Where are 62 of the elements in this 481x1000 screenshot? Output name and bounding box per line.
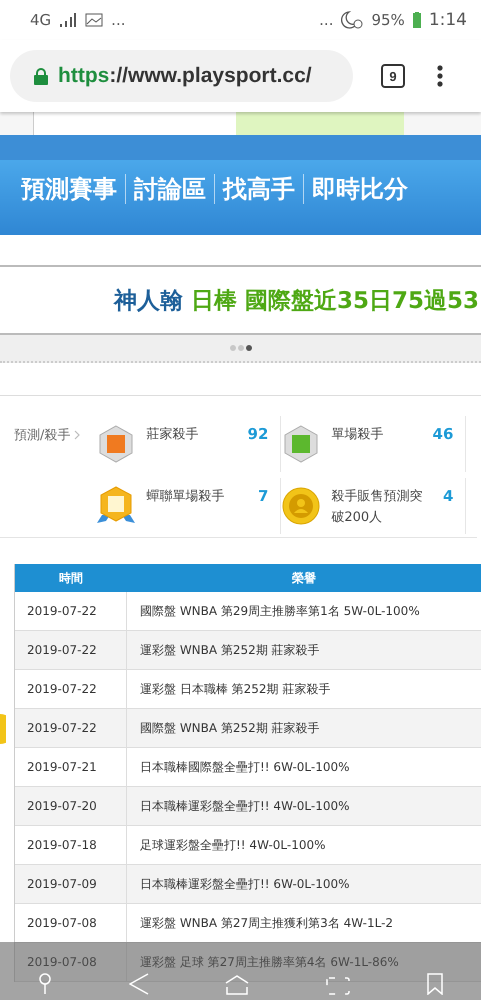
table-cell-text: 日本職棒運彩盤全壘打!! 6W-0L-100% xyxy=(139,876,351,892)
honor-name: 莊家殺手 xyxy=(146,426,200,444)
column-header: 榮譽 xyxy=(291,570,317,586)
table-cell: 2019-07-22 xyxy=(15,631,127,669)
network-label: 4G xyxy=(30,11,52,29)
honor-name: 蟬聯單場殺手 xyxy=(146,488,226,506)
table-cell-text: 運彩盤 WNBA 第252期 莊家殺手 xyxy=(139,642,321,658)
signal-icon xyxy=(59,13,78,27)
nav-link[interactable]: 找高手 xyxy=(223,173,295,205)
table-cell: 2019-07-08 xyxy=(15,943,127,981)
table-cell-text: 日本職棒運彩盤全壘打!! 4W-0L-100% xyxy=(139,798,351,814)
back-icon[interactable] xyxy=(128,973,149,995)
pin-icon[interactable] xyxy=(38,973,52,995)
lock-icon xyxy=(34,68,48,84)
honor-name: 殺手販售預測突破200人 xyxy=(331,488,424,527)
table-cell: 2019-07-22 xyxy=(15,592,127,630)
table-cell-text: 國際盤 WNBA 第252期 莊家殺手 xyxy=(139,720,321,736)
clock: 1:14 xyxy=(428,10,467,30)
header-tab[interactable] xyxy=(33,112,236,135)
honor-count: 92 xyxy=(248,425,268,443)
bookmark-icon[interactable] xyxy=(426,973,443,995)
carousel-dot[interactable] xyxy=(230,345,236,351)
battery-icon xyxy=(412,12,421,28)
url-text: https://www.playsport.cc/ xyxy=(58,64,312,88)
home-icon[interactable] xyxy=(225,975,250,995)
moon-icon xyxy=(341,11,364,29)
status-dots: ... xyxy=(319,11,334,29)
status-dots: ... xyxy=(111,11,126,29)
table-cell: 2019-07-22 xyxy=(15,670,127,708)
honor-count: 4 xyxy=(442,487,454,505)
header-tab[interactable] xyxy=(236,112,404,135)
carousel-dot[interactable] xyxy=(238,345,244,351)
battery-percent: 95% xyxy=(371,11,405,29)
table-cell: 2019-07-09 xyxy=(15,865,127,903)
section-link[interactable]: 預測/殺手 xyxy=(14,426,70,444)
image-icon xyxy=(85,13,104,27)
table-cell: 2019-07-08 xyxy=(15,904,127,942)
honor-count: 46 xyxy=(432,425,454,443)
coin-badge-icon xyxy=(281,486,322,526)
table-cell-text: 國際盤 WNBA 第29周主推勝率第1名 5W-0L-100% xyxy=(139,602,421,620)
table-cell-text: 運彩盤 足球 第27周主推勝率第4名 6W-1L-86% xyxy=(139,954,400,970)
table-cell-text: 日本職棒國際盤全壘打!! 6W-0L-100% xyxy=(139,758,351,776)
nav-link[interactable]: 討論區 xyxy=(134,173,206,205)
banner-headline[interactable]: 神人翰 日棒 國際盤近35日75過53 xyxy=(114,284,479,316)
recent-apps-icon[interactable] xyxy=(326,977,350,995)
table-cell: 2019-07-21 xyxy=(15,748,127,786)
tab-count-button[interactable]: 9 xyxy=(381,64,405,88)
more-menu-icon[interactable] xyxy=(437,65,443,87)
table-cell: 2019-07-20 xyxy=(15,787,127,825)
nav-link[interactable]: 即時比分 xyxy=(312,173,408,205)
chevron-right-icon xyxy=(74,430,80,440)
column-header: 時間 xyxy=(58,570,84,586)
table-cell: 2019-07-22 xyxy=(15,709,127,747)
address-bar[interactable]: https://www.playsport.cc/ xyxy=(10,50,353,102)
table-cell: 2019-07-18 xyxy=(15,826,127,864)
table-cell-text: 運彩盤 WNBA 第27周主推獲利第3名 4W-1L-2 xyxy=(139,914,394,932)
honor-name: 單場殺手 xyxy=(331,426,384,444)
carousel-dot[interactable] xyxy=(246,345,252,351)
nav-link[interactable]: 預測賽事 xyxy=(21,173,117,205)
honor-count: 7 xyxy=(258,487,268,505)
table-cell-text: 運彩盤 日本職棒 第252期 莊家殺手 xyxy=(139,680,332,698)
table-cell-text: 足球運彩盤全壘打!! 4W-0L-100% xyxy=(139,836,327,854)
